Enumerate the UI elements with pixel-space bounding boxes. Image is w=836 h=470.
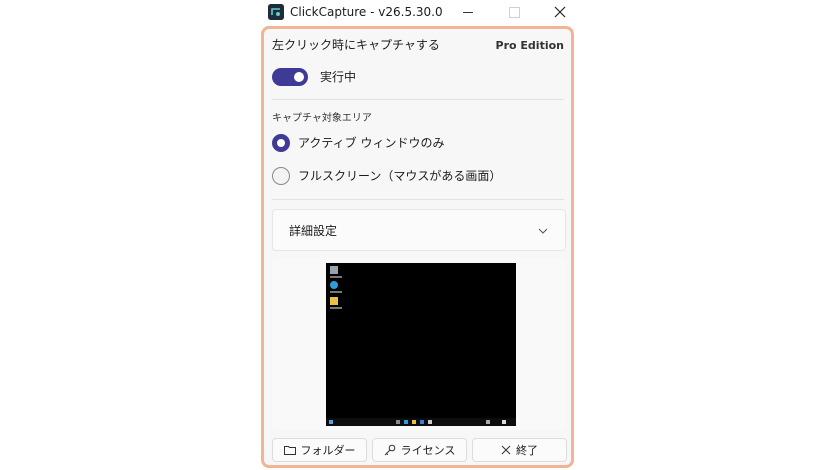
panel-header: 左クリック時にキャプチャする Pro Edition [272,37,564,55]
folder-icon [330,297,342,309]
maximize-button[interactable] [494,0,534,24]
capture-preview-area [272,258,566,430]
store-icon [420,420,424,424]
maximize-icon [508,6,520,18]
radio-active-window-label: アクティブ ウィンドウのみ [298,136,445,150]
taskbar [326,418,516,426]
tray-icon [486,420,490,424]
edge-icon [404,420,408,424]
radio-active-window-indicator[interactable] [272,134,290,152]
divider [272,99,564,100]
explorer-icon [412,420,416,424]
window-title: ClickCapture - v26.5.30.0 [290,5,443,19]
title-bar[interactable]: ClickCapture - v26.5.30.0 [258,0,578,24]
license-button-label: ライセンス [400,444,456,457]
toggle-status-label: 実行中 [320,70,357,84]
folder-button[interactable]: フォルダー [272,438,367,462]
minimize-icon [463,11,473,13]
click-capture-label: 左クリック時にキャプチャする [272,38,440,52]
capture-toggle-row: 実行中 [272,66,422,86]
edition-badge: Pro Edition [495,39,564,52]
main-panel: 左クリック時にキャプチャする Pro Edition 実行中 キャプチャ対象エリ… [261,26,574,468]
search-icon [396,420,400,424]
radio-fullscreen[interactable]: フルスクリーン（マウスがある画面） [272,166,562,188]
recycle-bin-icon [330,266,342,278]
close-icon [501,445,511,455]
app-window: ClickCapture - v26.5.30.0 左クリック時にキャプチャする… [258,0,578,470]
radio-fullscreen-label: フルスクリーン（マウスがある画面） [298,169,502,183]
chevron-down-icon [538,228,548,234]
radio-active-window[interactable]: アクティブ ウィンドウのみ [272,133,562,155]
close-window-button[interactable] [540,0,580,24]
capture-area-label: キャプチャ対象エリア [272,113,372,124]
advanced-settings-label: 詳細設定 [289,224,338,238]
exit-button[interactable]: 終了 [472,438,567,462]
radio-fullscreen-indicator[interactable] [272,167,290,185]
app-logo-icon [268,4,284,20]
windows-start-icon [329,420,333,424]
folder-button-label: フォルダー [300,444,356,457]
toggle-knob [294,72,304,82]
edge-browser-icon [330,281,342,293]
minimize-button[interactable] [448,0,488,24]
exit-button-label: 終了 [516,444,538,457]
license-button[interactable]: ライセンス [372,438,467,462]
close-icon [554,6,566,18]
folder-icon [283,446,296,455]
advanced-settings-expander[interactable]: 詳細設定 [272,209,566,251]
capture-toggle[interactable] [272,68,308,86]
footer-toolbar: フォルダー ライセンス 終了 [272,438,568,462]
divider [272,199,564,200]
app-icon [428,420,432,424]
clock-icon [502,420,506,424]
key-icon [384,444,395,456]
capture-preview-image [326,263,516,426]
